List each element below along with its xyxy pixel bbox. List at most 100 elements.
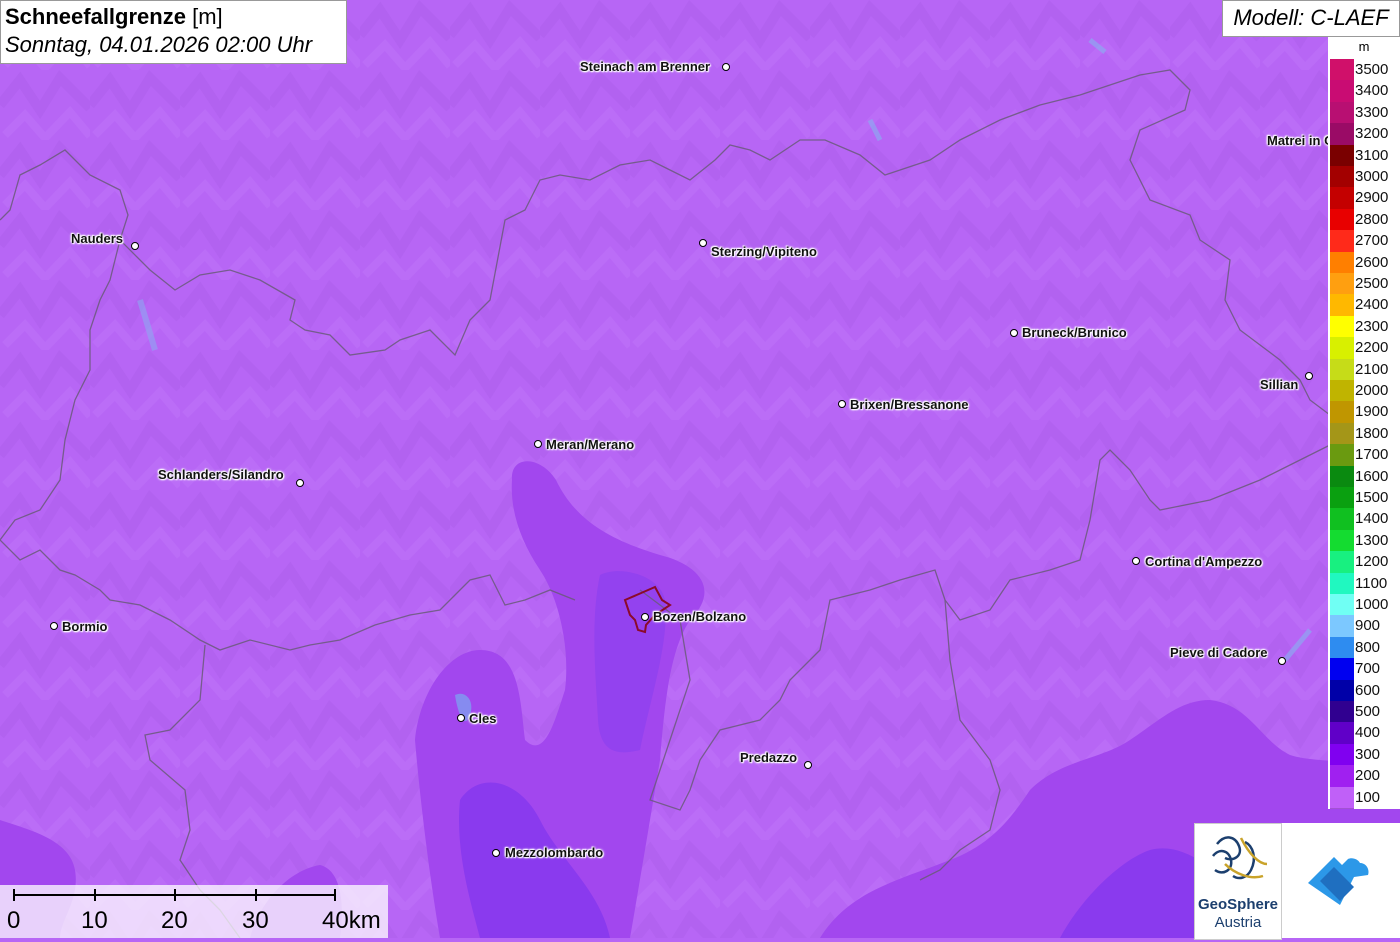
legend-swatch <box>1330 572 1354 595</box>
legend-row: 500 <box>1328 701 1400 724</box>
scale-tick <box>13 889 15 901</box>
legend-row: 3300 <box>1328 101 1400 125</box>
geosphere-emblem-icon <box>1212 836 1268 880</box>
scale-label-10: 10 <box>81 907 108 934</box>
scale-label-0: 0 <box>7 907 21 934</box>
legend-row: 300 <box>1328 743 1400 767</box>
city-label: Cortina d'Ampezzo <box>1145 554 1263 569</box>
legend-label: 900 <box>1355 617 1381 635</box>
legend-label: 800 <box>1355 638 1381 656</box>
city-dot-icon <box>50 622 58 630</box>
legend-row: 700 <box>1328 658 1400 681</box>
scale-label-30: 30 <box>242 907 269 934</box>
legend-swatch <box>1330 529 1354 553</box>
map-title-unit: [m] <box>192 4 223 29</box>
legend-label: 3100 <box>1355 146 1389 164</box>
city-label: Schlanders/Silandro <box>158 467 284 482</box>
legend-swatch <box>1330 508 1354 531</box>
legend-label: 1300 <box>1355 531 1389 549</box>
legend-label: 2500 <box>1355 275 1389 292</box>
city-label: Mezzolombardo <box>505 845 604 860</box>
legend-label: 1000 <box>1355 596 1389 613</box>
city-label: Sterzing/Vipiteno <box>711 244 817 259</box>
city-label: Cles <box>469 711 497 726</box>
scale-label-40: 40km <box>322 907 381 934</box>
legend-swatch <box>1330 636 1354 660</box>
legend-label: 2100 <box>1355 360 1389 378</box>
city-dot-icon <box>1132 557 1140 565</box>
legend-label: 2000 <box>1355 382 1389 399</box>
legend-label: 200 <box>1355 767 1381 785</box>
map-title: Schneefallgrenze [m] <box>5 4 223 30</box>
legend-label: 3400 <box>1355 82 1389 100</box>
city-dot-icon <box>641 613 649 621</box>
color-legend: m 3500 3400 3300 3200 3100 3000 2900 2800 2700 26… <box>1328 37 1400 809</box>
legend-label: 3300 <box>1355 103 1389 121</box>
map-title-box: Schneefallgrenze [m] Sonntag, 04.01.2026… <box>0 0 347 64</box>
city-label: Steinach am Brenner <box>580 59 711 74</box>
legend-row: 2800 <box>1328 208 1400 232</box>
legend-label: 400 <box>1355 724 1381 742</box>
legend-label: 1800 <box>1355 424 1389 442</box>
legend-swatch <box>1330 594 1354 617</box>
legend-row: 3500 <box>1328 59 1400 82</box>
legend-label: 1600 <box>1355 467 1389 485</box>
legend-swatch <box>1330 123 1354 146</box>
legend-label: 100 <box>1355 788 1381 806</box>
legend-row: 800 <box>1328 636 1400 660</box>
legend-swatch <box>1330 101 1354 125</box>
legend-row: 200 <box>1328 765 1400 788</box>
legend-row: 1900 <box>1328 401 1400 424</box>
legend-swatch <box>1330 786 1354 809</box>
legend-row: 3400 <box>1328 80 1400 103</box>
city-label: Brixen/Bressanone <box>850 397 969 412</box>
legend-row: 400 <box>1328 722 1400 745</box>
geosphere-logo[interactable]: GeoSphere Austria <box>1194 823 1282 940</box>
legend-swatch <box>1330 487 1354 510</box>
legend-swatch <box>1330 251 1354 274</box>
legend-swatch <box>1330 273 1354 296</box>
scale-tick <box>255 889 257 901</box>
legend-row: 2600 <box>1328 251 1400 274</box>
legend-label: 1500 <box>1355 489 1389 506</box>
map-datetime: Sonntag, 04.01.2026 02:00 Uhr <box>5 32 313 57</box>
scale-bar: 0 10 20 30 40km <box>0 885 388 938</box>
legend-row: 3000 <box>1328 166 1400 189</box>
legend-row: 2000 <box>1328 380 1400 403</box>
legend-swatch <box>1330 337 1354 360</box>
legend-swatch <box>1330 658 1354 681</box>
legend-unit: m <box>1358 39 1370 54</box>
legend-label: 300 <box>1355 745 1381 763</box>
legend-swatch <box>1330 208 1354 232</box>
legend-label: 3200 <box>1355 125 1389 143</box>
legend-swatch <box>1330 722 1354 745</box>
legend-swatch <box>1330 294 1354 317</box>
legend-label: 1100 <box>1355 574 1388 592</box>
legend-swatch <box>1330 422 1354 446</box>
legend-swatch <box>1330 166 1354 189</box>
geosphere-sub: Austria <box>1214 914 1262 931</box>
legend-swatch <box>1330 701 1354 724</box>
city-label: Sillian <box>1260 377 1299 392</box>
city-dot-icon <box>457 714 465 722</box>
legend-row: 100 <box>1328 786 1400 809</box>
legend-label: 2400 <box>1355 296 1389 314</box>
legend-row: 2700 <box>1328 230 1400 253</box>
legend-row: 3200 <box>1328 123 1400 146</box>
legend-swatch <box>1330 615 1354 638</box>
partner-logo[interactable] <box>1282 823 1400 938</box>
legend-label: 2700 <box>1355 232 1389 250</box>
legend-swatch <box>1330 765 1354 788</box>
legend-row: 600 <box>1328 679 1400 702</box>
legend-label: 1700 <box>1355 446 1389 464</box>
scale-tick <box>174 889 176 901</box>
city-dot-icon <box>131 242 139 250</box>
legend-swatch <box>1330 401 1354 424</box>
legend-label: 1200 <box>1355 553 1389 571</box>
legend-row: 1200 <box>1328 551 1400 574</box>
legend-row: 2900 <box>1328 187 1400 210</box>
legend-label: 500 <box>1355 703 1381 720</box>
city-label: Bozen/Bolzano <box>653 609 747 624</box>
legend-label: 1900 <box>1355 403 1389 421</box>
city-label: Predazzo <box>740 750 798 765</box>
